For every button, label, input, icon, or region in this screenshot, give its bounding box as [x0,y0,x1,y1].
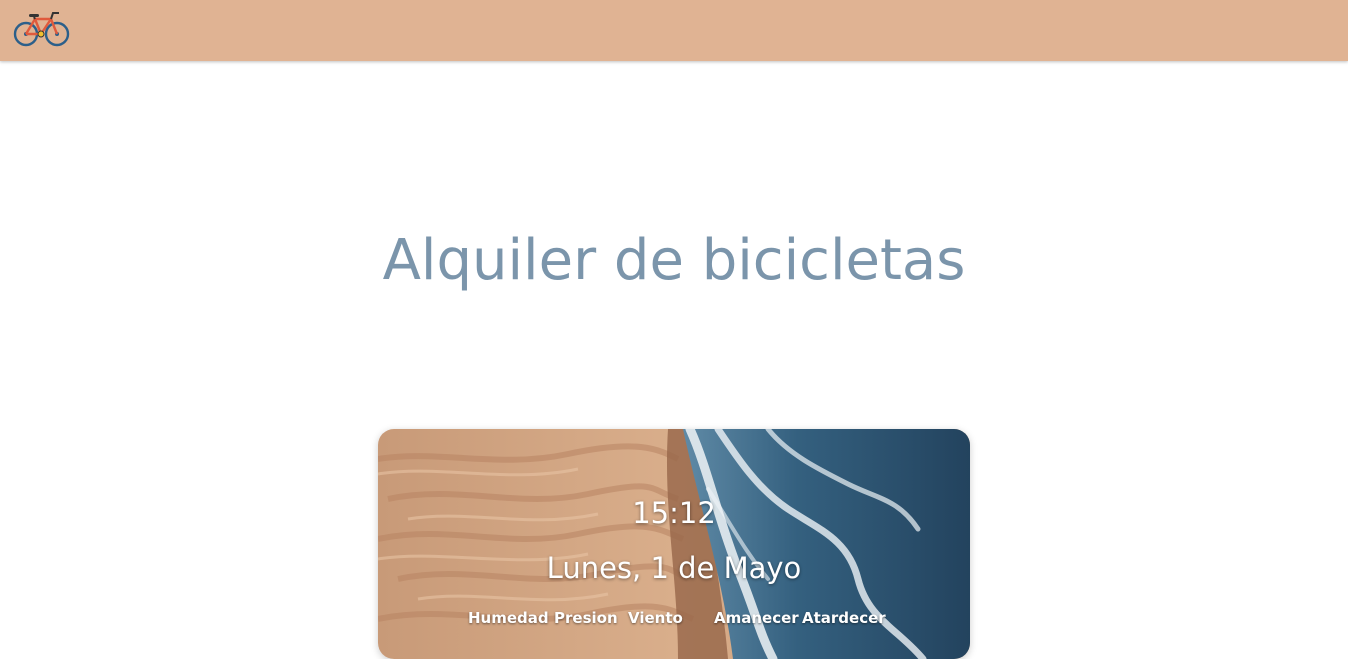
humidity-label: Humedad [468,609,549,627]
wind-label: Viento [628,609,683,627]
weather-card: 15:12 Lunes, 1 de Mayo Humedad Presion V… [378,429,970,659]
current-date: Lunes, 1 de Mayo [546,551,802,585]
weather-stats-labels: Humedad Presion Viento Amanecer Atardece… [378,609,970,629]
current-time: 15:12 [632,496,716,530]
sunset-label: Atardecer [802,609,886,627]
page-title: Alquiler de bicicletas [382,227,966,293]
pressure-label: Presion [554,609,618,627]
bicycle-icon[interactable] [13,11,71,49]
navbar [0,0,1348,61]
sunrise-label: Amanecer [714,609,799,627]
